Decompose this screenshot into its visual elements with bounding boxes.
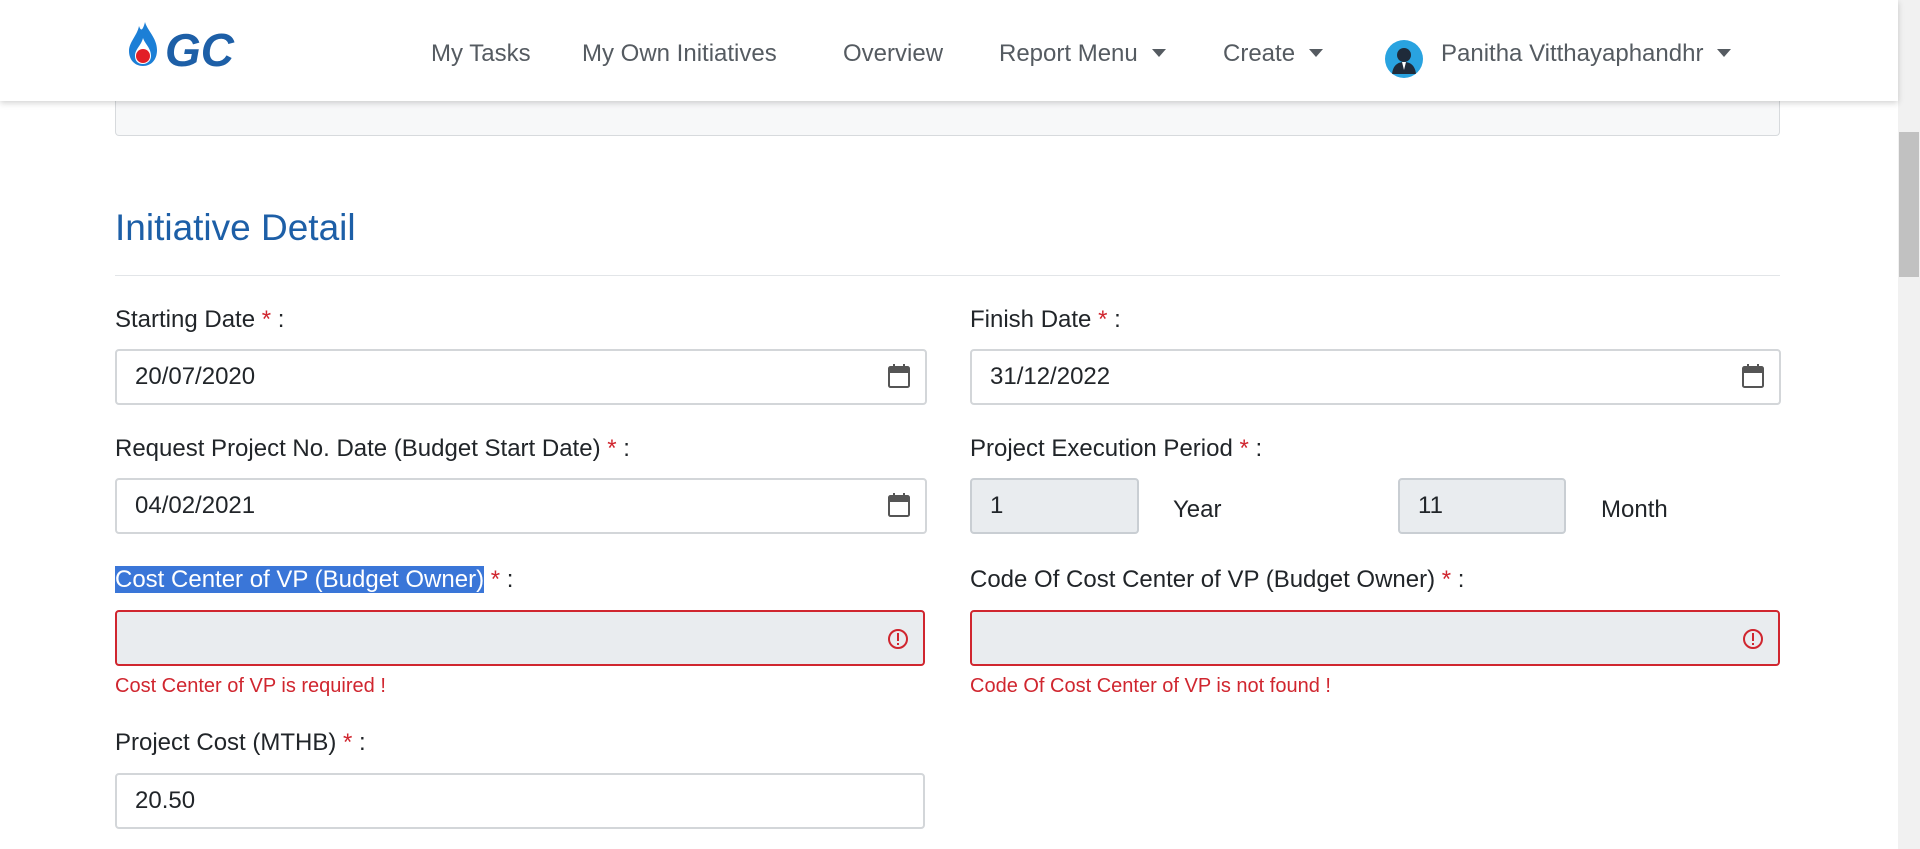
request-date-value: 04/02/2021 [135,492,256,519]
colon: : [1457,566,1465,593]
required-mark: * [261,306,272,333]
cost-center-error: Cost Center of VP is required ! [115,675,386,697]
required-mark: * [1441,566,1452,593]
scrollbar-thumb[interactable] [1899,132,1919,277]
year-unit-label: Year [1173,496,1222,523]
svg-text:GC: GC [165,24,235,76]
starting-date-label-text: Starting Date [115,306,256,333]
calendar-icon[interactable] [887,363,911,389]
section-title: Initiative Detail [115,207,356,248]
user-avatar[interactable] [1385,40,1423,78]
request-date-label-text: Request Project No. Date (Budget Start D… [115,435,601,462]
chevron-down-icon [1151,49,1166,57]
nav-my-tasks[interactable]: My Tasks [431,40,531,68]
execution-months-input[interactable]: 11 [1398,478,1566,534]
colon: : [359,729,366,756]
calendar-icon[interactable] [887,492,911,518]
user-icon [1392,48,1416,74]
execution-period-label-text: Project Execution Period [970,435,1233,462]
section-divider [115,275,1780,276]
chevron-down-icon [1717,49,1732,57]
starting-date-value: 20/07/2020 [135,363,256,390]
required-mark: * [490,566,501,593]
required-mark: * [607,435,617,462]
nav-create[interactable]: Create [1223,40,1324,68]
execution-years-input[interactable]: 1 [970,478,1139,534]
project-cost-label: Project Cost (MTHB) * : [115,729,366,757]
colon: : [623,435,630,462]
code-cost-center-label: Code Of Cost Center of VP (Budget Owner)… [970,566,1464,594]
calendar-icon[interactable] [1741,363,1765,389]
nav-overview[interactable]: Overview [843,40,943,68]
starting-date-input[interactable]: 20/07/2020 [115,349,927,405]
required-mark: * [1098,306,1108,333]
colon: : [1114,306,1121,333]
finish-date-input[interactable]: 31/12/2022 [970,349,1781,405]
project-cost-label-text: Project Cost (MTHB) [115,729,337,756]
required-mark: * [343,729,353,756]
colon: : [277,306,285,333]
nav-report-menu-label: Report Menu [999,40,1138,67]
user-menu[interactable]: Panitha Vitthayaphandhr [1441,40,1732,68]
chevron-down-icon [1309,49,1324,57]
finish-date-label: Finish Date * : [970,306,1121,334]
cost-center-label: Cost Center of VP (Budget Owner) * : [115,566,513,594]
project-cost-input[interactable]: 20.50 [115,773,925,829]
execution-period-label: Project Execution Period * : [970,435,1262,463]
colon: : [506,566,514,593]
nav-create-label: Create [1223,40,1296,67]
code-cost-center-label-text: Code Of Cost Center of VP (Budget Owner) [970,566,1436,593]
request-date-input[interactable]: 04/02/2021 [115,478,927,534]
cost-center-label-text: Cost Center of VP (Budget Owner) [115,566,485,593]
user-name: Panitha Vitthayaphandhr [1441,40,1704,67]
month-unit-label: Month [1601,496,1668,523]
colon: : [1255,435,1263,462]
request-date-label: Request Project No. Date (Budget Start D… [115,435,630,463]
gc-logo[interactable]: GC [123,20,293,82]
finish-date-label-text: Finish Date [970,306,1092,333]
nav-my-own-initiatives[interactable]: My Own Initiatives [582,40,777,68]
starting-date-label: Starting Date * : [115,306,284,334]
error-icon [1743,629,1763,649]
page-scrollbar[interactable] [1898,0,1920,849]
required-mark: * [1239,435,1249,462]
code-cost-center-input[interactable] [970,610,1780,666]
nav-report-menu[interactable]: Report Menu [999,40,1166,68]
top-navbar: GC My Tasks My Own Initiatives Overview … [0,0,1898,101]
error-icon [888,629,908,649]
cost-center-input[interactable] [115,610,925,666]
finish-date-value: 31/12/2022 [990,363,1111,390]
code-cost-center-error: Code Of Cost Center of VP is not found ! [970,675,1331,697]
project-cost-value: 20.50 [135,787,196,814]
